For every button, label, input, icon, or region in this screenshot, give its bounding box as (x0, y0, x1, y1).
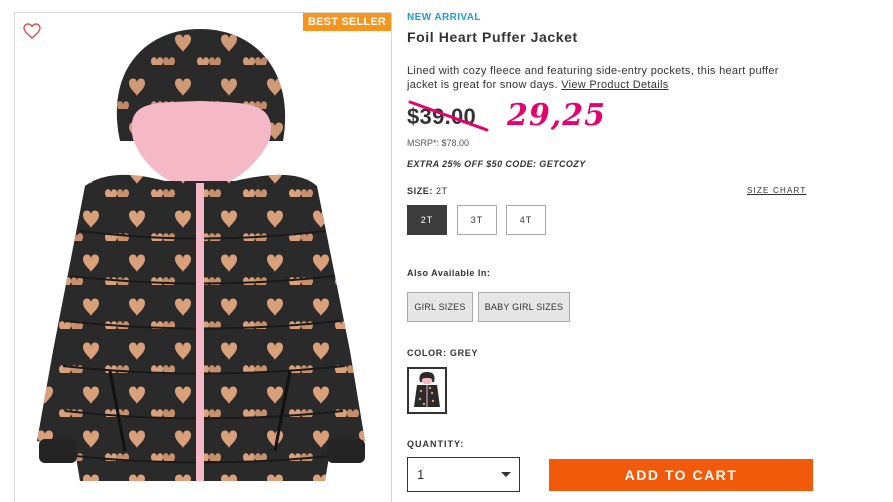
sale-price: 29,25 (507, 98, 606, 133)
view-product-details-link[interactable]: View Product Details (561, 79, 668, 91)
msrp-price: MSRP*: $78.00 (407, 138, 470, 148)
new-arrival-label: NEW ARRIVAL (407, 12, 481, 23)
baby-girl-sizes-button[interactable]: BABY GIRL SIZES (478, 292, 570, 322)
color-selected-value: GREY (449, 348, 479, 358)
best-seller-badge: BEST SELLER (303, 13, 391, 31)
size-chart-link[interactable]: SIZE CHART (747, 186, 806, 195)
promo-code-text: EXTRA 25% OFF $50 CODE: GETCOZY (407, 159, 586, 169)
also-available-label: Also Available In: (407, 268, 491, 278)
girl-sizes-button[interactable]: GIRL SIZES (407, 292, 473, 322)
size-selected-value: 2T (436, 186, 448, 196)
size-option-2t[interactable]: 2T (407, 205, 447, 235)
product-title: Foil Heart Puffer Jacket (407, 29, 578, 45)
price-strikethrough (408, 100, 489, 132)
add-to-cart-button[interactable]: ADD TO CART (549, 459, 813, 491)
size-option-3t[interactable]: 3T (457, 205, 497, 235)
size-label: SIZE: 2T (407, 186, 448, 196)
size-label-text: SIZE: (407, 186, 434, 196)
color-label-text: COLOR: (407, 348, 447, 358)
product-image[interactable] (25, 21, 375, 499)
color-swatch-grey[interactable] (407, 367, 447, 414)
product-description: Lined with cozy fleece and featuring sid… (407, 64, 807, 92)
chevron-down-icon (501, 472, 511, 477)
color-label: COLOR: GREY (407, 348, 478, 358)
quantity-value: 1 (417, 467, 425, 482)
heart-outline-icon[interactable] (22, 22, 42, 40)
swatch-jacket-thumbnail (414, 371, 440, 407)
quantity-label: QUANTITY: (407, 439, 465, 449)
size-option-4t[interactable]: 4T (506, 205, 546, 235)
quantity-select[interactable]: 1 (407, 457, 520, 492)
product-image-panel: BEST SELLER (14, 12, 392, 502)
